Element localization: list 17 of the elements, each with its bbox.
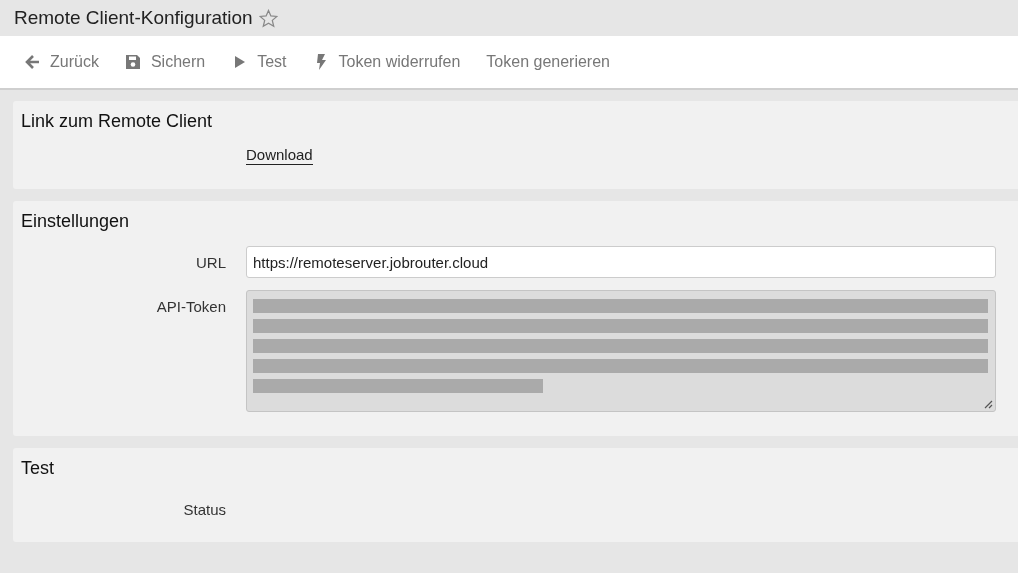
toolbar-button[interactable]: Test: [221, 47, 297, 77]
resize-grip-icon: [984, 400, 993, 409]
toolbar-button[interactable]: Token widerrufen: [302, 47, 471, 77]
field-label: Status: [182, 500, 226, 518]
toolbar-button[interactable]: Zurück: [14, 47, 109, 77]
section-title: Test: [21, 458, 55, 479]
field-label: URL: [195, 253, 226, 271]
toolbar-button[interactable]: Sichern: [114, 47, 216, 77]
section-title: Link zum Remote Client: [21, 111, 214, 132]
download-link[interactable]: Download: [246, 146, 313, 165]
section-title: Einstellungen: [21, 211, 131, 232]
toolbar-button[interactable]: Token generieren: [476, 47, 620, 77]
field-label: API-Token: [155, 297, 226, 315]
arrow-left-icon: [24, 54, 40, 70]
url-field[interactable]: https://remoteserver.jobrouter.cloud: [246, 246, 996, 278]
page-title: Remote Client-Konfiguration: [14, 7, 253, 29]
star-icon[interactable]: [258, 8, 278, 28]
